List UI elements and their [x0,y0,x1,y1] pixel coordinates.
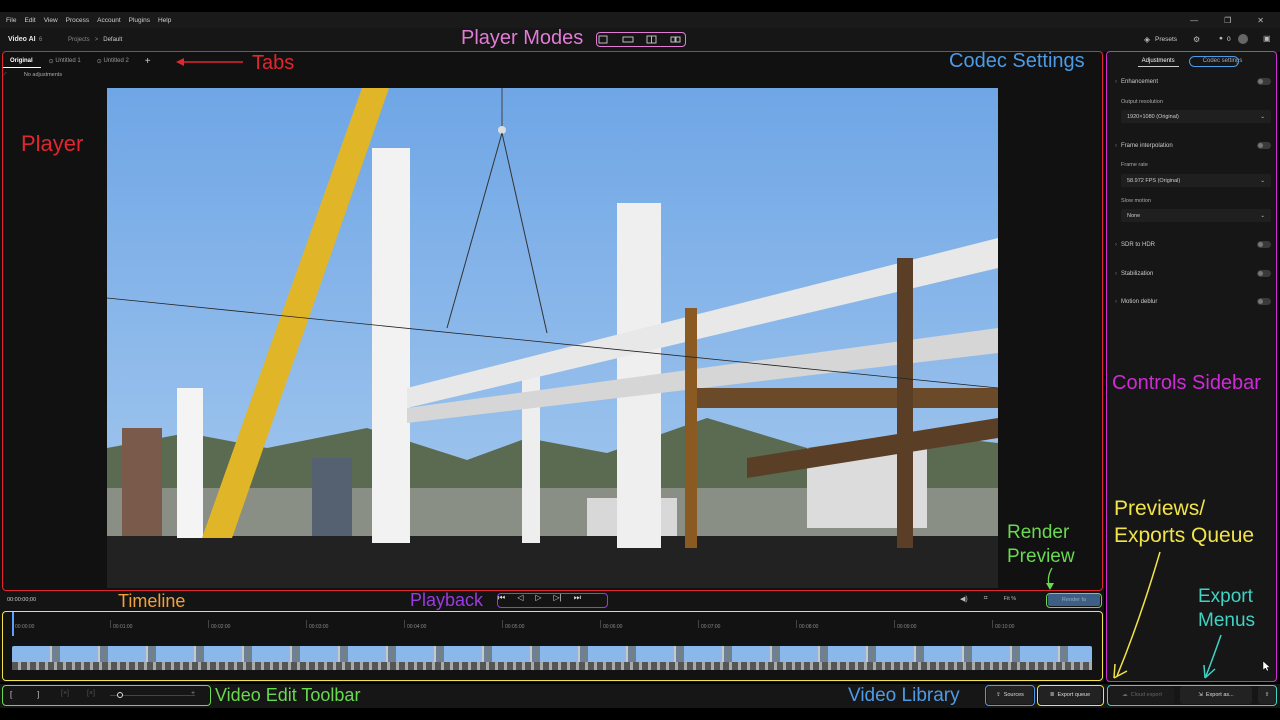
previews-annotation-line1: Previews/ [1114,497,1206,520]
timeline-annotation: Timeline [118,591,186,611]
player-modes-annotation: Player Modes [461,27,584,49]
annotation-arrows [176,58,1271,679]
codec-settings-annotation: Codec Settings [949,50,1085,72]
render-preview-arrow [1046,567,1054,590]
player-annotation: Player [21,131,84,156]
render-preview-annotation-line1: Render [1007,522,1070,543]
export-menus-annotation-line2: Menus [1198,610,1256,631]
mouse-cursor-icon [1262,660,1271,672]
tabs-arrow [176,58,243,66]
tabs-annotation: Tabs [252,52,295,74]
controls-sidebar-annotation: Controls Sidebar [1112,372,1261,394]
video-library-annotation: Video Library [848,685,960,706]
previews-annotation-line2: Exports Queue [1114,524,1255,547]
export-menus-arrow [1203,634,1222,679]
playback-annotation: Playback [410,590,484,610]
export-menus-annotation-line1: Export [1198,586,1253,607]
render-preview-annotation-line2: Preview [1007,546,1075,567]
previews-queue-arrow [1113,551,1161,679]
video-edit-toolbar-annotation: Video Edit Toolbar [215,685,361,705]
